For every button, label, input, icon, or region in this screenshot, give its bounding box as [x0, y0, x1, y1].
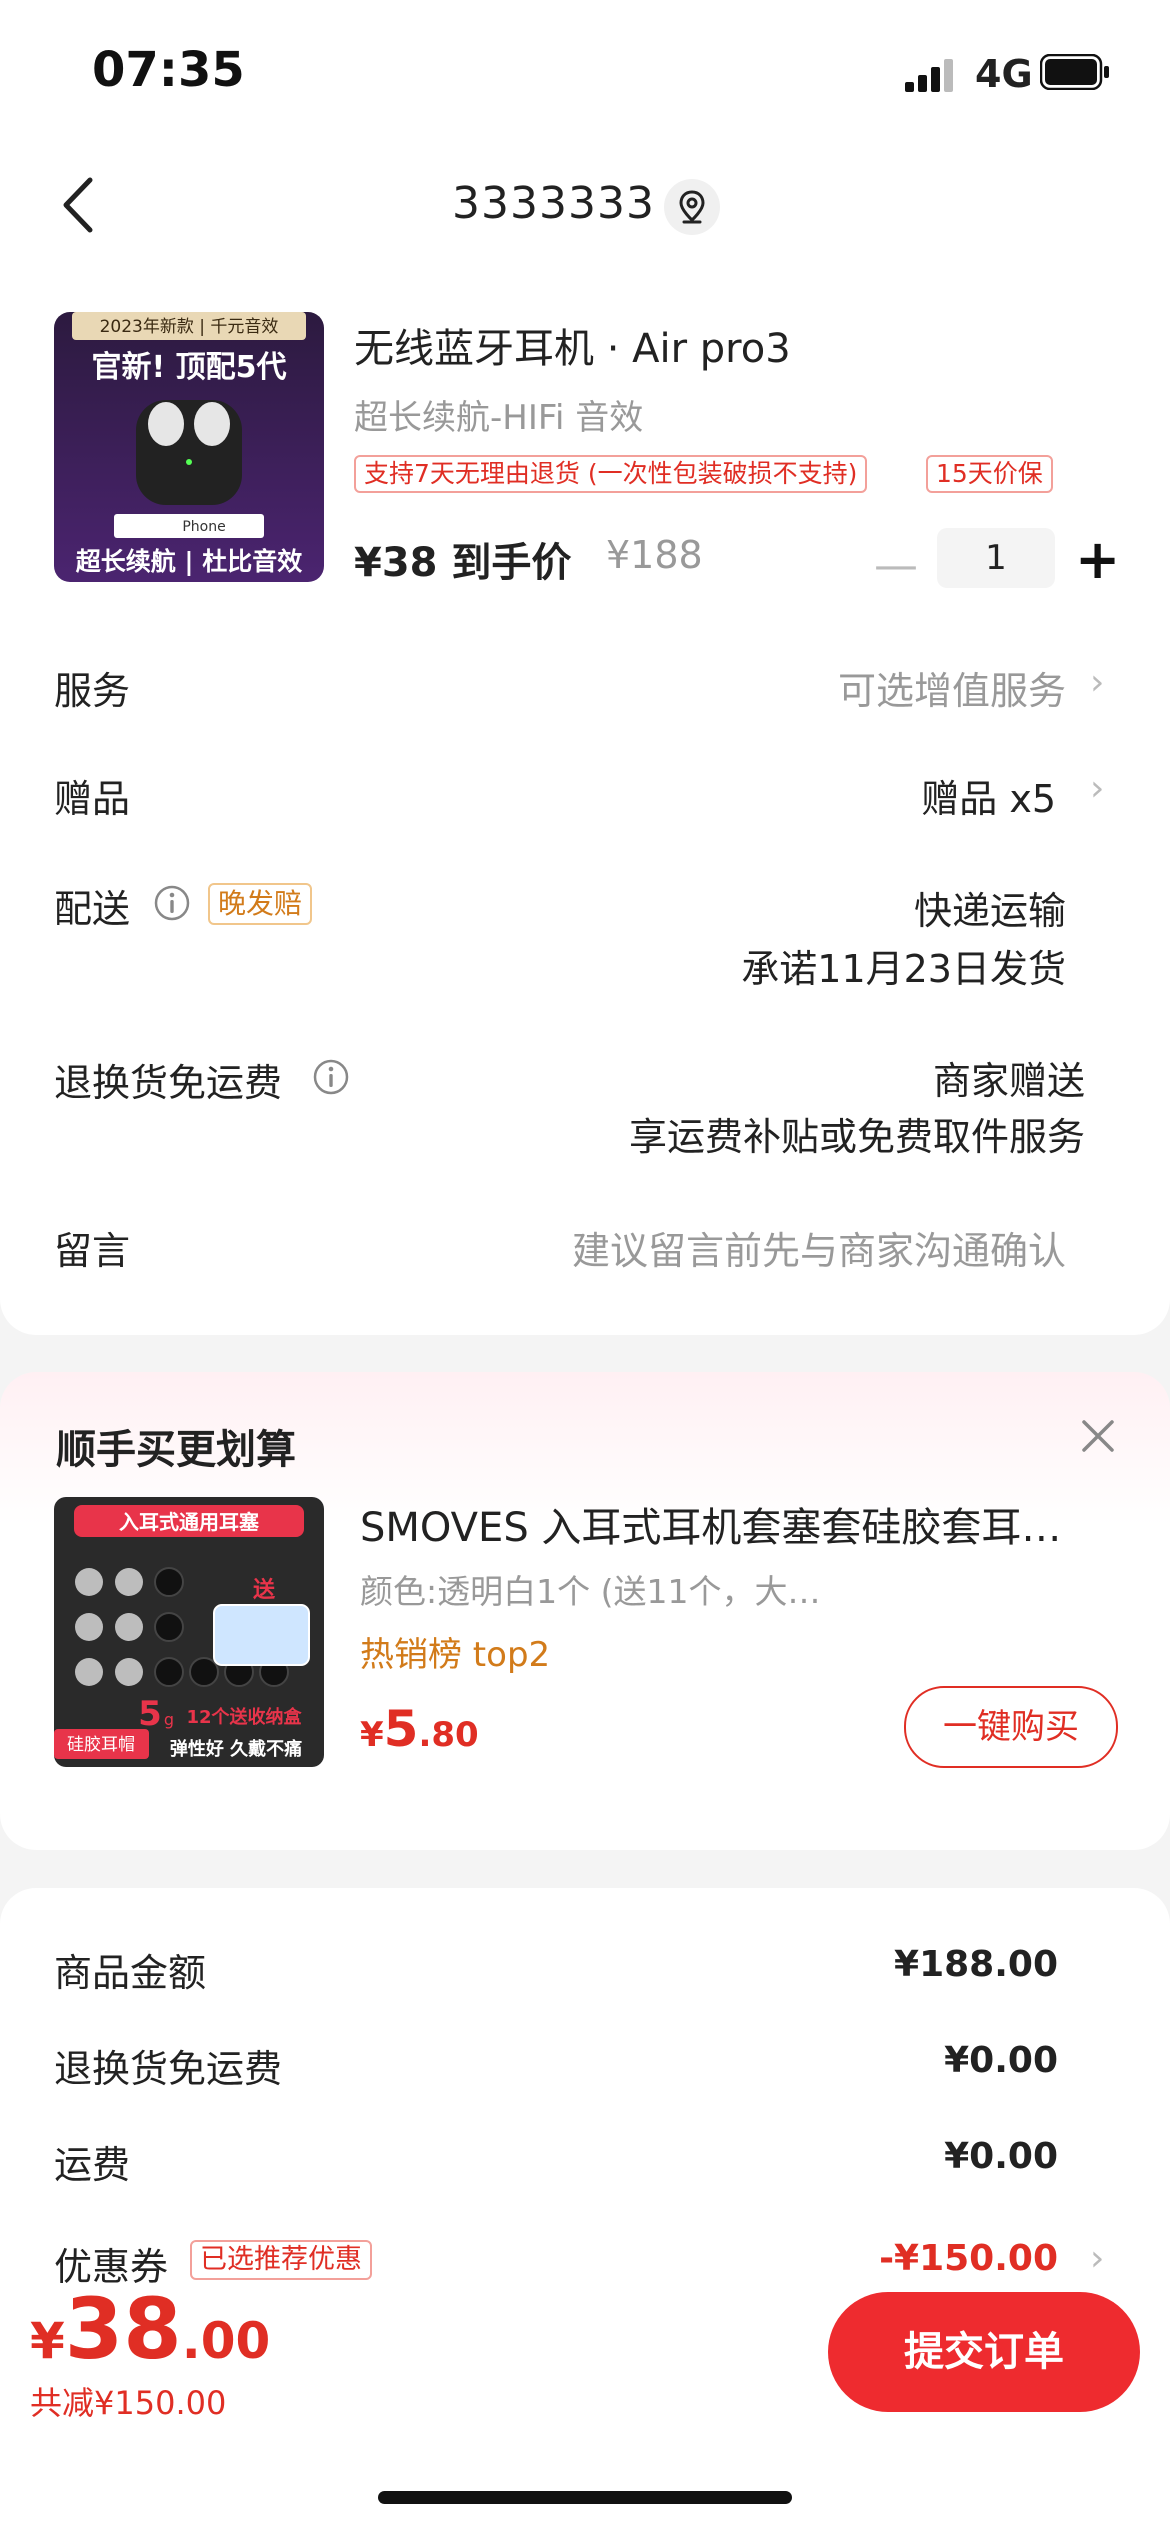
- info-icon[interactable]: [312, 1058, 350, 1096]
- recommend-image: 入耳式通用耳塞 送 5 g 12个送收纳盒 硅胶耳帽 弹性好 久戴不痛: [54, 1497, 324, 1767]
- close-icon[interactable]: [1076, 1414, 1120, 1458]
- recommend-price-integer: 5: [383, 1700, 419, 1758]
- quantity-value[interactable]: 1: [937, 528, 1055, 588]
- signal-icon: [905, 59, 953, 92]
- message-input[interactable]: 建议留言前先与商家沟通确认: [572, 1220, 1066, 1275]
- delivery-promise: 承诺11月23日发货: [741, 947, 1066, 991]
- recommend-item-price: ¥5.80: [360, 1700, 479, 1758]
- one-click-buy-button[interactable]: 一键购买: [904, 1686, 1118, 1768]
- return-free-detail: 享运费补贴或免费取件服务: [628, 1115, 1085, 1159]
- recommend-price-decimal: .80: [418, 1715, 479, 1755]
- chevron-right-icon[interactable]: ›: [1090, 2238, 1104, 2279]
- recommend-price-symbol: ¥: [360, 1715, 384, 1755]
- delivery-label: 配送: [54, 887, 131, 931]
- return-free-value: 商家赠送: [932, 1059, 1085, 1103]
- info-icon[interactable]: [153, 884, 191, 922]
- service-value[interactable]: 可选增值服务: [838, 660, 1066, 715]
- home-indicator[interactable]: [378, 2491, 792, 2504]
- thumb-promo-unit: g: [164, 1710, 174, 1729]
- return-free-summary-value: ¥0.00: [944, 2040, 1058, 2081]
- thumb-promo-num: 5: [138, 1694, 162, 1734]
- total-price-decimal: .00: [181, 2312, 271, 2370]
- total-saved: 共减¥150.00: [30, 2384, 227, 2422]
- goods-amount-value: ¥188.00: [894, 1944, 1058, 1985]
- chevron-right-icon[interactable]: ›: [1090, 662, 1104, 703]
- total-price-integer: 38: [64, 2280, 182, 2378]
- thumb-promo: 12个送收纳盒: [186, 1706, 302, 1728]
- thumb-bottom-banner: 超长续航 | 杜比音效: [76, 547, 303, 576]
- thumb-top-banner: 2023年新款 | 千元音效: [100, 317, 279, 337]
- price-protect-tag: 15天价保: [926, 455, 1053, 493]
- page-title: 3333333: [452, 178, 655, 229]
- recommend-item-rank: 热销榜 top2: [360, 1635, 551, 1675]
- quantity-increase-button[interactable]: +: [1075, 528, 1120, 591]
- submit-order-button[interactable]: 提交订单: [828, 2292, 1140, 2412]
- back-arrow-icon[interactable]: [50, 170, 110, 240]
- original-price: ¥188: [606, 533, 703, 577]
- shipping-label: 运费: [54, 2143, 131, 2187]
- recommend-title: 顺手买更划算: [56, 1427, 296, 1473]
- gift-label: 赠品: [54, 777, 131, 821]
- thumb-headline: 官新! 顶配5代: [92, 350, 287, 385]
- delivery-method: 快递运输: [913, 889, 1066, 933]
- product-thumbnail[interactable]: 2023年新款 | 千元音效 官新! 顶配5代 Phone 超长续航 | 杜比音…: [54, 312, 324, 582]
- return-free-label: 退换货免运费: [54, 1061, 283, 1105]
- status-time: 07:35: [92, 42, 245, 98]
- battery-icon: [1040, 54, 1109, 90]
- return-free-summary-label: 退换货免运费: [54, 2047, 283, 2091]
- total-price: ¥38.00: [30, 2280, 270, 2378]
- recommend-item-name[interactable]: SMOVES 入耳式耳机套塞套硅胶套耳…: [360, 1495, 1120, 1553]
- quantity-decrease-button[interactable]: —: [874, 540, 918, 591]
- thumb-box-label: Phone: [182, 519, 225, 535]
- coupon-selected-badge: 已选推荐优惠: [190, 2240, 372, 2280]
- goods-amount-label: 商品金额: [54, 1951, 207, 1995]
- total-price-symbol: ¥: [30, 2312, 65, 2370]
- coupon-value[interactable]: -¥150.00: [879, 2238, 1058, 2279]
- thumb-slogan: 弹性好 久戴不痛: [170, 1738, 302, 1760]
- product-image: 2023年新款 | 千元音效 官新! 顶配5代 Phone 超长续航 | 杜比音…: [54, 312, 324, 582]
- location-pin-icon: [679, 190, 705, 224]
- thumb-banner: 入耳式通用耳塞: [119, 1510, 260, 1534]
- return-policy-tag: 支持7天无理由退货 (一次性包装破损不支持): [354, 455, 868, 493]
- shipping-value: ¥0.00: [944, 2136, 1058, 2177]
- gift-value[interactable]: 赠品 x5: [921, 768, 1056, 823]
- product-title: 无线蓝牙耳机 · Air pro3: [354, 326, 791, 372]
- location-button[interactable]: [664, 179, 720, 235]
- product-subtitle: 超长续航-HIFi 音效: [354, 398, 644, 438]
- service-label: 服务: [54, 669, 131, 713]
- recommend-item-spec[interactable]: 颜色:透明白1个 (送11个，大…: [360, 1565, 820, 1613]
- thumb-gift: 送: [253, 1577, 275, 1603]
- network-type: 4G: [975, 52, 1033, 96]
- message-label: 留言: [54, 1229, 131, 1273]
- recommend-thumbnail[interactable]: 入耳式通用耳塞 送 5 g 12个送收纳盒 硅胶耳帽 弹性好 久戴不痛: [54, 1497, 324, 1767]
- thumb-badge: 硅胶耳帽: [67, 1735, 135, 1755]
- late-compensation-badge: 晚发赔: [208, 883, 313, 925]
- final-price: ¥38 到手价: [354, 540, 572, 586]
- chevron-right-icon[interactable]: ›: [1090, 768, 1104, 809]
